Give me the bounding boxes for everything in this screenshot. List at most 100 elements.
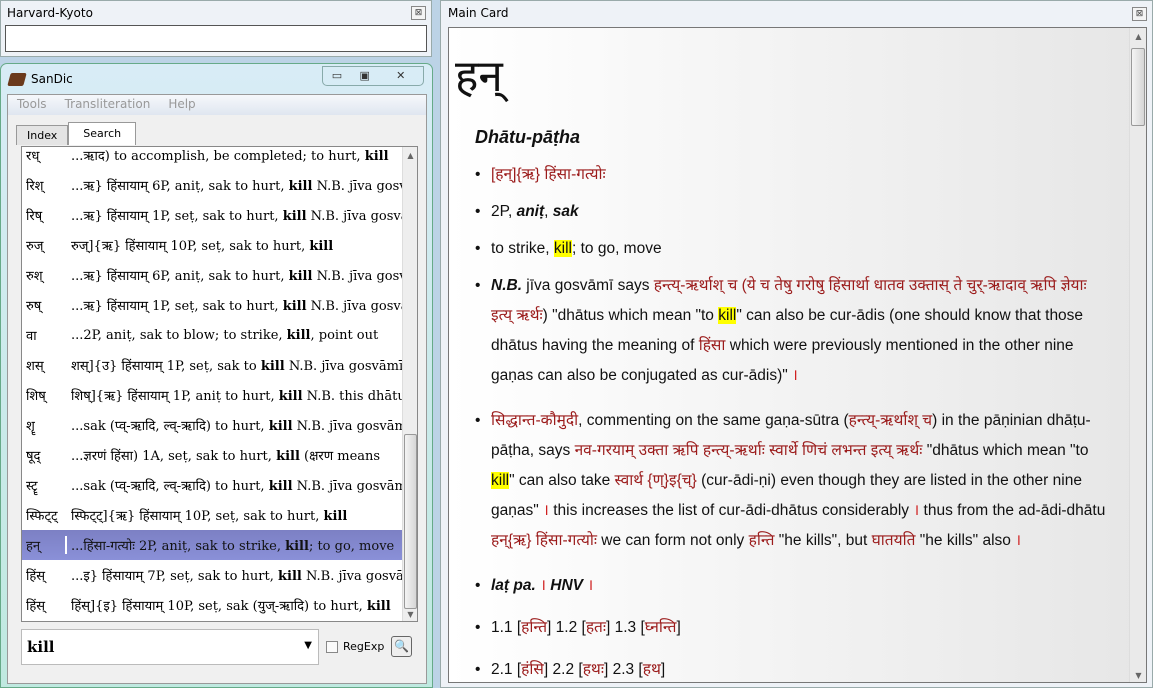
text-run: we can form not only xyxy=(596,532,749,549)
transliteration-input[interactable] xyxy=(5,25,427,52)
result-row[interactable]: हन् ...हिंसा-गत्योः 2P, aniṭ, sak to stri… xyxy=(22,530,403,560)
definition-text: ; to go, move xyxy=(308,539,395,554)
result-row[interactable]: स्फिट्ट् स्फिट्ट्]{ऋ} हिंसायाम् 10P, seṭ,… xyxy=(22,500,403,530)
definition-text: ...इ} हिंसायाम् 7P, seṭ, sak to hurt, xyxy=(71,569,278,584)
root: रिष् xyxy=(26,209,43,224)
result-row[interactable]: रध् ...ऋाद) to accomplish, be completed; … xyxy=(22,147,403,170)
scroll-up-icon[interactable]: ▲ xyxy=(403,151,417,160)
card-bullet: to strike, kill; to go, move xyxy=(475,234,1110,264)
text-run: ] xyxy=(660,661,666,678)
result-row[interactable]: रुश् ...ऋ} हिंसायाम् 6P, aniṭ, sak to hur… xyxy=(22,260,403,290)
keyword: kill xyxy=(276,449,300,464)
text-run: ] 2.3 [ xyxy=(603,661,643,678)
scroll-down-icon[interactable]: ▼ xyxy=(1130,671,1146,680)
keyword: kill xyxy=(260,359,285,374)
search-button[interactable]: 🔍 xyxy=(391,636,412,657)
devanagari-text: [हन्]{ऋ} हिंसा-गत्योः xyxy=(491,166,606,183)
results-scrollbar[interactable]: ▲ ▼ xyxy=(402,147,417,621)
root: हिंस् xyxy=(26,599,46,614)
devanagari-text: घ्नन्ति xyxy=(644,619,677,636)
root: स्फिट्ट् xyxy=(26,509,58,524)
keyword: kill xyxy=(268,479,293,494)
result-row[interactable]: शस् शस्]{उ} हिंसायाम् 1P, seṭ, sak to kil… xyxy=(22,350,403,380)
definition-text: N.B. jīva gosvāmī xyxy=(284,359,403,374)
root: रिश् xyxy=(26,179,44,194)
root: हिंस् xyxy=(26,569,46,584)
definition-text: शस्]{उ} हिंसायाम् 1P, seṭ, sak to xyxy=(71,359,261,374)
close-icon[interactable]: ✕ xyxy=(379,67,423,85)
keyword: kill xyxy=(323,509,348,524)
definition-text: ...sak (प्व्-ऋादि, ल्व्-ऋादि) to hurt, xyxy=(71,419,269,434)
keyword: kill xyxy=(278,389,303,404)
result-row[interactable]: हिंस् हिंस्]{इ} हिंसायाम् 10P, seṭ, sak (… xyxy=(22,590,403,620)
menu-tools[interactable]: Tools xyxy=(17,97,47,113)
regexp-checkbox[interactable] xyxy=(326,641,338,653)
definition-text: ...ऋ} हिंसायाम् 6P, aniṭ, sak to hurt, xyxy=(71,179,289,194)
root: षूद् xyxy=(26,449,41,464)
text-run: "dhātus which mean "to xyxy=(922,442,1089,459)
harvard-kyoto-panel: Harvard-Kyoto ⊠ xyxy=(0,0,432,57)
scroll-up-icon[interactable]: ▲ xyxy=(1130,32,1146,41)
text-run: । xyxy=(1015,532,1022,549)
menu-transliteration[interactable]: Transliteration xyxy=(65,97,151,113)
text-run: "he kills" also xyxy=(915,532,1016,549)
keyword: kill xyxy=(364,149,389,164)
close-icon[interactable]: ⊠ xyxy=(1132,7,1147,21)
devanagari-text: नव-गरयाम् उक्ता ऋपि हन्त्य्-ऋर्थाः स्वार… xyxy=(574,442,923,459)
highlighted-match: kill xyxy=(491,472,510,489)
definition-text: N.B. jīva gosvāmī xyxy=(316,269,403,284)
definition: ...इ} हिंसायाम् 7P, seṭ, sak to hurt, ki… xyxy=(67,566,403,584)
search-value: kill xyxy=(27,638,55,656)
results-list: रध् ...ऋाद) to accomplish, be completed; … xyxy=(21,146,418,622)
tab-index[interactable]: Index xyxy=(16,125,69,145)
card-bullet: 2.1 [हंसि] 2.2 [हथः] 2.3 [हथ] xyxy=(475,655,1110,682)
text-run: jīva gosvāmī says xyxy=(522,277,654,294)
text-run: । xyxy=(535,577,551,594)
result-row[interactable]: षूद् ...ज्ञरणं हिंसा) 1A, seṭ, sak to hur… xyxy=(22,440,403,470)
result-row[interactable]: रुष् ...ऋ} हिंसायाम् 1P, seṭ, sak to hurt… xyxy=(22,290,403,320)
definition-text: N.B. jīva gosvāmī xyxy=(316,179,403,194)
text-run: ] 1.2 [ xyxy=(547,619,586,636)
definition: ...sak (प्व्-ऋादि, ल्व्-ऋादि) to hurt, k… xyxy=(67,416,403,434)
regexp-label: RegExp xyxy=(343,640,385,653)
close-icon[interactable]: ⊠ xyxy=(411,6,426,20)
result-row[interactable]: वा ...2P, aniṭ, sak to blow; to strike, k… xyxy=(22,320,403,350)
result-row[interactable]: रिष् ...ऋ} हिंसायाम् 1P, seṭ, sak to hurt… xyxy=(22,200,403,230)
definition: ...ज्ञरणं हिंसा) 1A, seṭ, sak to hurt, k… xyxy=(67,446,403,464)
search-input[interactable]: kill ▼ xyxy=(21,629,319,665)
card-bullet: 1.1 [हन्ति] 1.2 [हतः] 1.3 [घ्नन्ति] xyxy=(475,613,1110,643)
card-scrollbar[interactable]: ▲ ▼ xyxy=(1129,28,1146,682)
search-icon: 🔍 xyxy=(394,639,409,653)
devanagari-text: सिद्धान्त-कौमुदी xyxy=(491,412,579,429)
result-row[interactable]: रिश् ...ऋ} हिंसायाम् 6P, aniṭ, sak to hur… xyxy=(22,170,403,200)
text-run: ) "dhātus which mean "to xyxy=(542,307,719,324)
result-row[interactable]: शिष् शिष्]{ऋ} हिंसायाम् 1P, aniṭ to hurt,… xyxy=(22,380,403,410)
devanagari-text: हंसि xyxy=(521,661,544,678)
root: शिष् xyxy=(26,389,46,404)
result-row[interactable]: रुज् रुज्]{ऋ} हिंसायाम् 10P, seṭ, sak to … xyxy=(22,230,403,260)
scrollbar-thumb[interactable] xyxy=(404,434,417,609)
definition-text: रुज्]{ऋ} हिंसायाम् 10P, seṭ, sak to hurt… xyxy=(71,239,310,254)
keyword: kill xyxy=(285,539,309,554)
headword: हन् xyxy=(455,51,503,102)
root: रध् xyxy=(26,149,40,164)
scroll-down-icon[interactable]: ▼ xyxy=(403,610,417,619)
keyword: kill xyxy=(278,569,302,584)
definition-text: N.B. jīva gosvāmī xyxy=(292,479,403,494)
maximize-icon[interactable]: ▣ xyxy=(351,67,379,85)
menu-help[interactable]: Help xyxy=(168,97,195,113)
definition: ...ऋ} हिंसायाम् 1P, seṭ, sak to hurt, ki… xyxy=(67,206,403,224)
minimize-icon[interactable]: ▭ xyxy=(323,67,351,85)
tab-search[interactable]: Search xyxy=(68,122,137,145)
window-title: SanDic xyxy=(31,72,73,86)
chevron-down-icon[interactable]: ▼ xyxy=(304,640,312,651)
definition-text: स्फिट्ट्]{ऋ} हिंसायाम् 10P, seṭ, sak to … xyxy=(71,509,324,524)
keyword: kill xyxy=(282,299,307,314)
keyword: kill xyxy=(268,419,293,434)
result-row[interactable]: स्टॄ ...sak (प्व्-ऋादि, ल्व्-ऋादि) to hur… xyxy=(22,470,403,500)
result-row[interactable]: शॄ ...sak (प्व्-ऋादि, ल्व्-ऋादि) to hurt,… xyxy=(22,410,403,440)
result-row[interactable]: हिंस् ...इ} हिंसायाम् 7P, seṭ, sak to hur… xyxy=(22,560,403,590)
scrollbar-thumb[interactable] xyxy=(1131,48,1145,126)
definition: ...ऋ} हिंसायाम् 1P, seṭ, sak to hurt, ki… xyxy=(67,296,403,314)
text-run: aniṭ xyxy=(516,203,545,220)
